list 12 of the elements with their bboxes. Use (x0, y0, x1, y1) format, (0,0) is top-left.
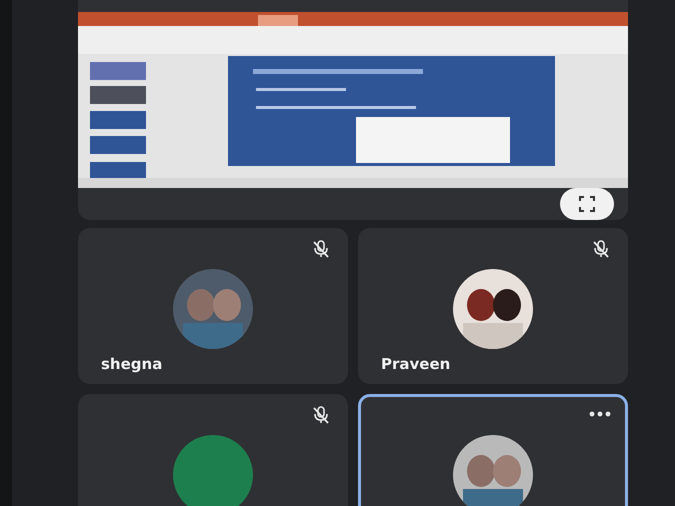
muted-mic-icon (311, 239, 331, 259)
participant-tile[interactable]: shegna (78, 228, 348, 384)
muted-mic-icon (311, 405, 331, 425)
muted-mic-icon (591, 239, 611, 259)
participant-name: shegna (101, 355, 162, 373)
participant-tile[interactable] (358, 394, 628, 506)
participant-name: Praveen (381, 355, 450, 373)
participant-tile[interactable]: Praveen (358, 228, 628, 384)
participant-tile[interactable] (78, 394, 348, 506)
fullscreen-button[interactable] (560, 188, 614, 220)
more-icon (589, 411, 611, 417)
fullscreen-icon (578, 195, 596, 213)
